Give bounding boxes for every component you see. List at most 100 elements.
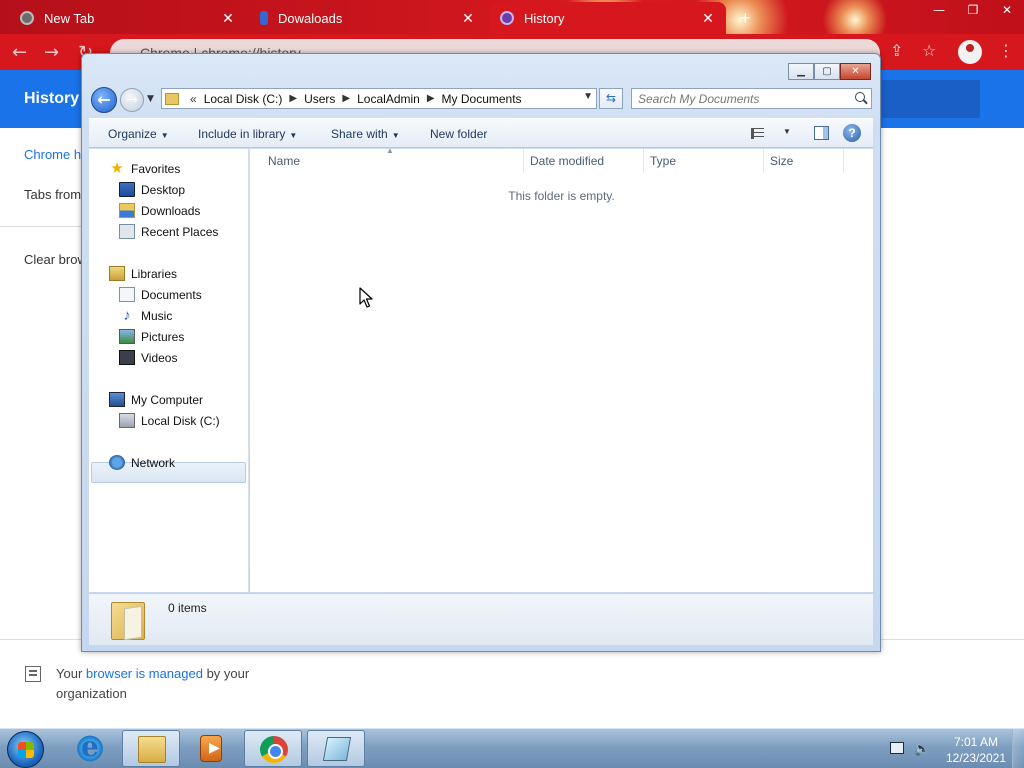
close-tab-icon[interactable]: ✕ <box>700 10 716 26</box>
search-icon[interactable] <box>855 92 865 102</box>
taskbar: 🔈 7:01 AM 12/23/2021 <box>0 728 1024 768</box>
minimize-icon[interactable]: — <box>922 0 956 20</box>
managed-link[interactable]: browser is managed <box>86 666 203 681</box>
clock[interactable]: 7:01 AM 12/23/2021 <box>936 734 1016 766</box>
nav-label: Network <box>131 455 176 470</box>
chrome-icon <box>260 736 288 763</box>
close-tab-icon[interactable]: ✕ <box>460 10 476 26</box>
maximize-button[interactable]: ▢ <box>814 63 840 80</box>
recent-pages-dropdown[interactable]: ▼ <box>147 94 154 104</box>
nav-label: Pictures <box>141 329 185 344</box>
new-tab-button[interactable]: + <box>730 2 764 34</box>
include-in-library-label: Include in library <box>198 127 286 141</box>
tab-history[interactable]: History ✕ <box>490 2 726 34</box>
chrome-tabstrip: New Tab ✕ Dowaloads ✕ History ✕ + — ❐ ✕ <box>0 0 1024 34</box>
nav-item-pictures[interactable]: Pictures <box>119 326 184 347</box>
sidebar-item-chrome-history[interactable]: Chrome history <box>24 147 82 162</box>
show-desktop-button[interactable] <box>1012 729 1024 768</box>
breadcrumb-separator[interactable]: ▶ <box>427 93 435 104</box>
nav-item-downloads[interactable]: Downloads <box>119 200 200 221</box>
column-header-size[interactable]: Size <box>764 149 844 173</box>
breadcrumb-separator[interactable]: ▶ <box>342 93 350 104</box>
minimize-button[interactable]: ▁ <box>788 63 814 80</box>
breadcrumb-overflow[interactable]: « <box>190 92 197 106</box>
column-header-date-modified[interactable]: Date modified <box>524 149 644 173</box>
share-with-button[interactable]: Share with ▼ <box>331 127 400 141</box>
caret-down-icon: ▼ <box>160 131 169 140</box>
breadcrumb-separator[interactable]: ▶ <box>289 93 297 104</box>
clock-time: 7:01 AM <box>953 735 999 749</box>
back-button[interactable]: ← <box>91 87 117 113</box>
refresh-button[interactable]: ⇆ <box>599 88 623 109</box>
breadcrumb-item-my-documents[interactable]: My Documents <box>442 92 522 106</box>
film-icon <box>119 350 135 365</box>
nav-item-libraries[interactable]: Libraries <box>109 263 177 284</box>
nav-label: My Computer <box>131 392 204 407</box>
help-icon[interactable]: ? <box>843 124 861 142</box>
bookmark-star-icon[interactable]: ☆ <box>922 41 936 60</box>
close-icon[interactable]: ✕ <box>990 0 1024 20</box>
share-icon[interactable]: ⇪ <box>890 41 903 60</box>
history-search-field[interactable] <box>882 80 980 118</box>
preview-pane-icon[interactable] <box>814 126 829 140</box>
taskbar-windows-explorer[interactable] <box>122 730 180 767</box>
nav-item-music[interactable]: ♪ Music <box>119 305 172 326</box>
caret-down-icon: ▼ <box>289 131 298 140</box>
recent-places-icon <box>119 224 135 239</box>
tab-title: Dowaloads <box>278 10 343 26</box>
close-tab-icon[interactable]: ✕ <box>220 10 236 26</box>
tab-downloads[interactable]: Dowaloads ✕ <box>250 2 486 34</box>
tab-new-tab[interactable]: New Tab ✕ <box>10 2 246 34</box>
address-bar[interactable]: « Local Disk (C:) ▶ Users ▶ LocalAdmin ▶… <box>161 88 597 109</box>
forward-button[interactable]: → <box>120 88 144 112</box>
nav-item-favorites[interactable]: ★ Favorites <box>109 158 180 179</box>
command-bar: Organize ▼ Include in library ▼ Share with… <box>89 118 873 148</box>
pictures-icon <box>119 329 135 344</box>
taskbar-media-player[interactable] <box>183 730 241 767</box>
taskbar-chrome[interactable] <box>244 730 302 767</box>
breadcrumb-item-localadmin[interactable]: LocalAdmin <box>357 92 420 106</box>
search-input[interactable] <box>632 89 842 108</box>
file-list[interactable]: ▲ Name Date modified Type Size This fold… <box>250 146 873 592</box>
nav-item-local-disk[interactable]: Local Disk (C:) <box>119 410 220 431</box>
network-status-icon[interactable] <box>890 742 904 754</box>
volume-icon[interactable]: 🔈 <box>914 742 930 757</box>
menu-kebab-icon[interactable]: ⋮ <box>998 41 1014 60</box>
back-arrow-icon[interactable]: ← <box>12 42 27 63</box>
view-options-dropdown[interactable]: ▼ <box>783 127 791 136</box>
nav-item-my-computer[interactable]: My Computer <box>109 389 203 410</box>
nav-item-desktop[interactable]: Desktop <box>119 179 185 200</box>
new-folder-button[interactable]: New folder <box>430 127 487 141</box>
navigation-pane: ★ Favorites Desktop Downloads Recent Plac… <box>89 149 249 592</box>
restore-icon[interactable]: ❐ <box>956 0 990 20</box>
forward-arrow-icon[interactable]: → <box>44 42 59 63</box>
include-in-library-button[interactable]: Include in library ▼ <box>198 127 297 141</box>
caret-down-icon: ▼ <box>391 131 400 140</box>
sidebar-item-clear-browsing-data[interactable]: Clear browsing data <box>24 252 82 267</box>
breadcrumb-item-local-disk[interactable]: Local Disk (C:) <box>204 92 283 106</box>
nav-label: Downloads <box>141 203 201 218</box>
taskbar-internet-explorer[interactable] <box>61 730 119 767</box>
page-title: History <box>24 90 80 107</box>
nav-item-recent-places[interactable]: Recent Places <box>119 221 218 242</box>
mouse-cursor-icon <box>359 287 373 308</box>
desktop-icon <box>119 182 135 197</box>
taskbar-notepad[interactable] <box>307 730 365 767</box>
sidebar-item-tabs-other-devices[interactable]: Tabs from other devices <box>24 187 82 202</box>
nav-label: Music <box>141 308 173 323</box>
libraries-icon <box>109 266 125 281</box>
column-header-name[interactable]: Name <box>262 149 524 173</box>
search-box <box>631 88 872 109</box>
profile-avatar-icon[interactable] <box>958 40 982 64</box>
column-header-type[interactable]: Type <box>644 149 764 173</box>
organize-button[interactable]: Organize ▼ <box>108 127 169 141</box>
star-icon: ★ <box>110 160 124 177</box>
nav-item-network[interactable]: Network <box>109 452 175 473</box>
breadcrumb-item-users[interactable]: Users <box>304 92 335 106</box>
change-view-icon[interactable] <box>751 128 765 139</box>
start-button[interactable] <box>7 731 44 768</box>
close-button[interactable]: ✕ <box>840 63 871 80</box>
nav-item-documents[interactable]: Documents <box>119 284 202 305</box>
address-history-dropdown[interactable]: ▼ <box>583 91 593 102</box>
nav-item-videos[interactable]: Videos <box>119 347 177 368</box>
